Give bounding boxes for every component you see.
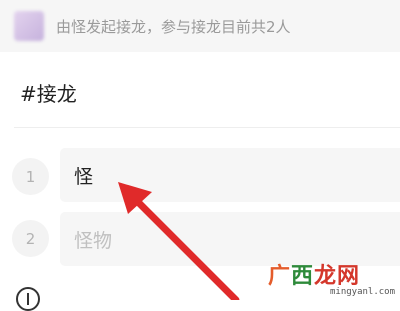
- add-entry-icon[interactable]: [16, 287, 40, 311]
- avatar[interactable]: [14, 11, 44, 41]
- entry-number-2: 2: [12, 220, 49, 257]
- watermark-char-c: 龙网: [314, 264, 361, 289]
- entry-number-1: 1: [12, 158, 49, 195]
- topic-hashtag[interactable]: #接龙: [20, 78, 77, 107]
- watermark-logo: 广西龙网: [268, 258, 360, 290]
- entry-placeholder-2: 怪物: [74, 230, 113, 252]
- watermark-char-b: 西: [291, 264, 315, 289]
- relay-summary-text: 由怪发起接龙，参与接龙目前共2人: [56, 18, 291, 36]
- entry-text-1: 怪: [74, 166, 94, 188]
- watermark-char-a: 广: [268, 264, 292, 289]
- watermark-url: mingyanl.com: [330, 287, 396, 297]
- entry-field-1[interactable]: 怪: [60, 148, 400, 202]
- divider: [14, 127, 400, 128]
- relay-header: 由怪发起接龙，参与接龙目前共2人: [0, 0, 400, 52]
